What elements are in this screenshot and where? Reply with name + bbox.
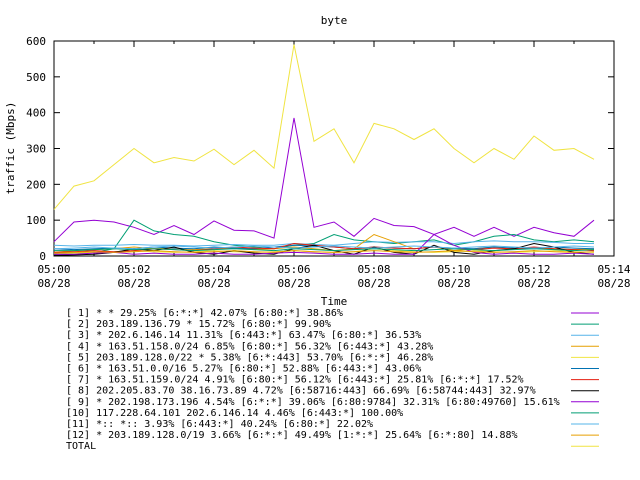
legend-entry-label: TOTAL	[66, 441, 96, 452]
y-tick-label: 0	[39, 250, 46, 263]
x-tick-label-time: 05:04	[197, 263, 230, 276]
legend-entry-label: [12] * 203.189.128.0/19 3.66% [6:*:*] 49…	[66, 430, 518, 441]
legend-entry-label: [ 5] 203.189.128.0/22 * 5.38% [6:*:443] …	[66, 352, 433, 363]
y-tick-label: 300	[26, 143, 46, 156]
x-tick-label-time: 05:00	[37, 263, 70, 276]
x-tick-label-time: 05:08	[357, 263, 390, 276]
legend-entry-label: [ 9] * 202.198.173.196 4.54% [6:*:*] 39.…	[66, 397, 560, 408]
x-tick-label-time: 05:10	[437, 263, 470, 276]
x-tick-label-date: 08/28	[597, 277, 630, 290]
x-tick-label-date: 08/28	[277, 277, 310, 290]
plot-area-border	[53, 40, 615, 257]
x-tick-label-date: 08/28	[197, 277, 230, 290]
y-tick-label: 400	[26, 107, 46, 120]
x-tick-label-time: 05:12	[517, 263, 550, 276]
x-tick-label-date: 08/28	[117, 277, 150, 290]
series-line-1	[53, 117, 595, 243]
series-line-13	[53, 44, 595, 210]
y-tick-label: 100	[26, 214, 46, 227]
legend-entry-label: [ 7] * 163.51.159.0/24 4.91% [6:80:*] 56…	[66, 375, 524, 386]
x-tick-label-date: 08/28	[357, 277, 390, 290]
chart-title: byte	[321, 14, 348, 27]
legend-entry-label: [10] 117.228.64.101 202.6.146.14 4.46% […	[66, 408, 403, 419]
y-tick-label: 500	[26, 71, 46, 84]
legend-entry-label: [11] *:: *:: 3.93% [6:443:*] 40.24% [6:8…	[66, 419, 373, 430]
x-tick-label-time: 05:14	[597, 263, 630, 276]
x-tick-label-date: 08/28	[437, 277, 470, 290]
x-tick-label-date: 08/28	[517, 277, 550, 290]
x-tick-label-time: 05:06	[277, 263, 310, 276]
y-axis-label: traffic (Mbps)	[4, 102, 17, 195]
series-line-3	[53, 240, 594, 247]
legend-entry-label: [ 1] * * 29.25% [6:*:*] 42.07% [6:80:*] …	[66, 308, 343, 319]
y-tick-label: 200	[26, 178, 46, 191]
x-axis-label: Time	[321, 295, 348, 308]
chart: 010020030040050060005:0008/2805:0208/280…	[4, 14, 631, 452]
legend-entry-label: [ 6] * 163.51.0.0/16 5.27% [6:80:*] 52.8…	[66, 364, 421, 375]
legend-entry-label: [ 2] 203.189.136.79 * 15.72% [6:80:*] 99…	[66, 319, 331, 330]
x-tick-label-time: 05:02	[117, 263, 150, 276]
legend-entry-label: [ 4] * 163.51.158.0/24 6.85% [6:80:*] 56…	[66, 341, 433, 352]
y-tick-label: 600	[26, 35, 46, 48]
legend-entry-label: [ 8] 202.205.83.70 38.16.73.89 4.72% [6:…	[66, 386, 536, 397]
legend-entry-label: [ 3] * 202.6.146.14 11.31% [6:443:*] 63.…	[66, 330, 421, 341]
x-tick-label-date: 08/28	[37, 277, 70, 290]
